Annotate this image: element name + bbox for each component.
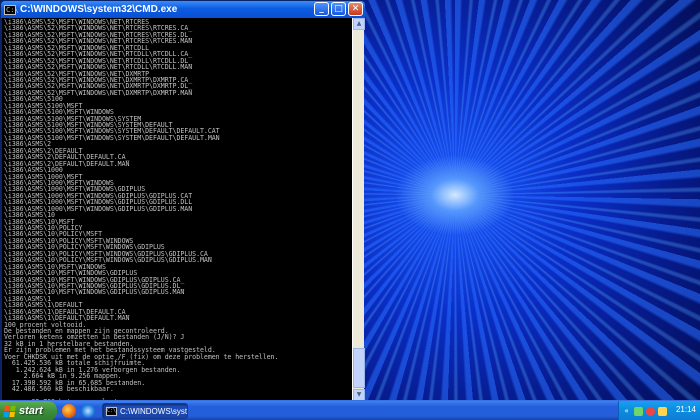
start-label: start: [19, 405, 43, 417]
antivirus-icon[interactable]: [646, 406, 655, 416]
clock[interactable]: 21:14: [676, 405, 696, 414]
security-alert-icon[interactable]: [658, 406, 667, 416]
close-button[interactable]: ✕: [348, 2, 363, 16]
cmd-task-icon: C:\: [106, 406, 117, 416]
internet-explorer-icon[interactable]: [81, 404, 95, 418]
windows-logo-icon: [3, 405, 16, 417]
taskbar-item-cmd[interactable]: C:\ C:\WINDOWS\syst...: [102, 403, 188, 419]
scrollbar-thumb[interactable]: [353, 348, 365, 388]
console-output[interactable]: \i386\ASMS\52\MSFT\WINDOWS\NET\RTCRES \i3…: [2, 18, 352, 401]
cmd-icon: C:\: [4, 4, 19, 15]
vertical-scrollbar[interactable]: ▲ ▼: [352, 18, 365, 401]
cmd-window[interactable]: C:\ C:\WINDOWS\system32\CMD.exe _ □ ✕ \i…: [0, 0, 365, 401]
firefox-icon[interactable]: [62, 404, 76, 418]
network-icon[interactable]: [634, 406, 643, 416]
taskbar: start C:\ C:\WINDOWS\syst... « 21:14: [0, 400, 700, 420]
quick-launch: [62, 404, 95, 418]
minimize-button[interactable]: _: [314, 2, 329, 16]
window-titlebar[interactable]: C:\ C:\WINDOWS\system32\CMD.exe _ □ ✕: [1, 1, 365, 18]
maximize-button[interactable]: □: [331, 2, 346, 16]
taskbar-item-label: C:\WINDOWS\syst...: [120, 406, 187, 416]
start-button[interactable]: start: [0, 401, 57, 420]
tray-expand-icon[interactable]: «: [622, 407, 631, 415]
window-controls: _ □ ✕: [314, 2, 363, 16]
system-tray: « 21:14: [618, 401, 700, 420]
window-title: C:\WINDOWS\system32\CMD.exe: [20, 4, 178, 15]
scroll-up-button[interactable]: ▲: [353, 18, 365, 30]
